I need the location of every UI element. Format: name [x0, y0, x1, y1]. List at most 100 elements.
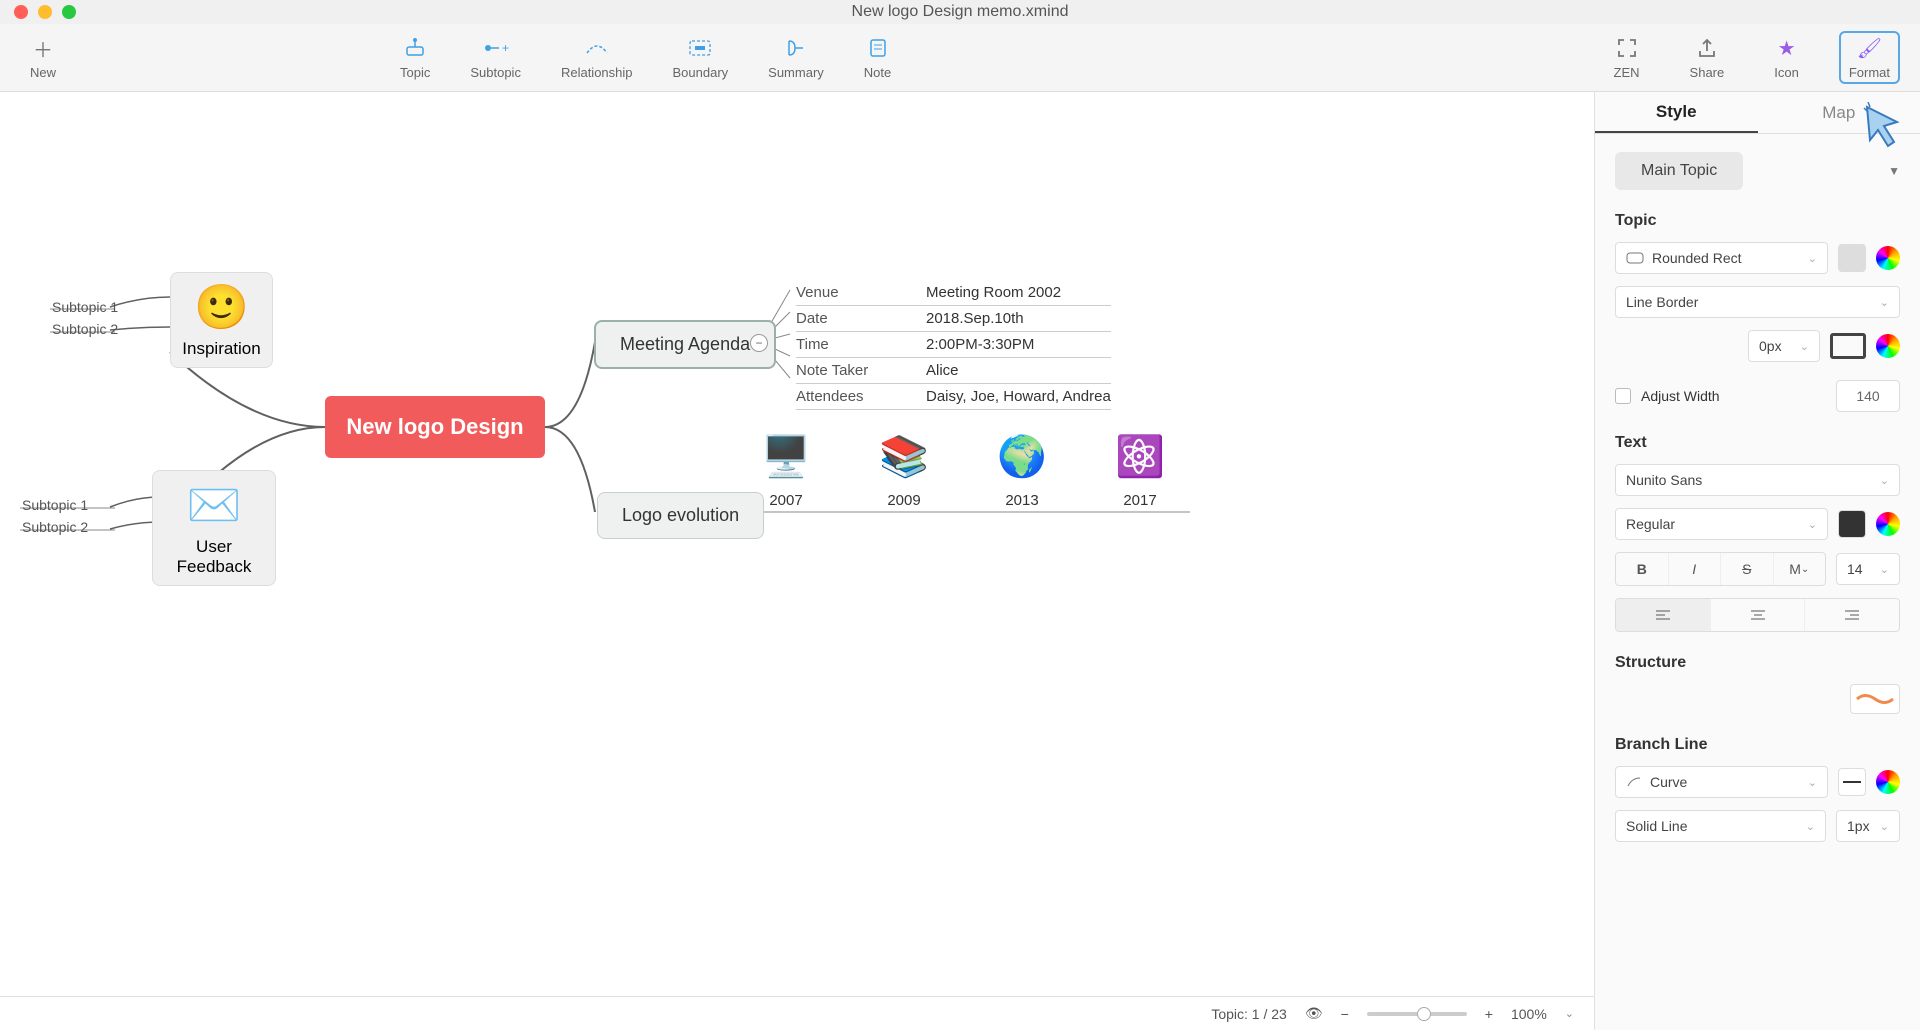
- font-weight-select[interactable]: Regular⌄: [1615, 508, 1828, 540]
- books-icon: 📚: [880, 432, 928, 480]
- chevron-down-icon[interactable]: ⌄: [1565, 1007, 1574, 1020]
- zoom-in-button[interactable]: +: [1485, 1006, 1493, 1022]
- italic-button[interactable]: I: [1669, 553, 1722, 585]
- format-panel: Style Map Main Topic ▼ Topic Rounded Rec…: [1594, 92, 1920, 1030]
- central-topic[interactable]: New logo Design: [325, 396, 545, 458]
- tab-style[interactable]: Style: [1595, 92, 1758, 133]
- align-right-button[interactable]: [1805, 599, 1899, 631]
- star-icon: ★: [1778, 35, 1796, 61]
- timeline-item[interactable]: 🌍 2013: [998, 432, 1046, 509]
- toolbar: ＋ New Topic + Subtopic Relationship Boun…: [0, 24, 1920, 92]
- fill-swatch[interactable]: [1838, 244, 1866, 272]
- topic-user-feedback[interactable]: ✉️ User Feedback: [152, 470, 276, 586]
- section-topic: Topic: [1615, 212, 1900, 230]
- topic-inspiration[interactable]: 🙂 Inspiration: [170, 272, 273, 368]
- topic-label: Inspiration: [182, 339, 260, 359]
- icon-panel-button[interactable]: ★ Icon: [1764, 31, 1809, 84]
- window-title: New logo Design memo.xmind: [852, 3, 1069, 21]
- agenda-table: VenueMeeting Room 2002 Date2018.Sep.10th…: [796, 280, 1111, 410]
- bold-button[interactable]: B: [1616, 553, 1669, 585]
- shape-select[interactable]: Rounded Rect ⌄: [1615, 242, 1828, 274]
- text-color-swatch[interactable]: [1838, 510, 1866, 538]
- brush-icon: 🖌: [1857, 35, 1882, 61]
- zoom-out-button[interactable]: −: [1341, 1006, 1349, 1022]
- timeline-item[interactable]: ⚛️ 2017: [1116, 432, 1164, 509]
- section-branch: Branch Line: [1615, 736, 1900, 754]
- border-width-select[interactable]: 0px⌄: [1748, 330, 1820, 362]
- envelope-icon: ✉️: [187, 479, 242, 531]
- new-button[interactable]: ＋ New: [20, 31, 66, 84]
- adjust-width-input[interactable]: [1836, 380, 1900, 412]
- topic-icon: [403, 35, 427, 61]
- timeline-item[interactable]: 🖥️ 2007: [762, 432, 810, 509]
- zoom-slider[interactable]: [1367, 1012, 1467, 1016]
- titlebar: New logo Design memo.xmind: [0, 0, 1920, 24]
- line-style-select[interactable]: Solid Line⌄: [1615, 810, 1826, 842]
- structure-select[interactable]: [1850, 684, 1900, 714]
- table-row[interactable]: Time2:00PM-3:30PM: [796, 332, 1111, 358]
- align-left-button[interactable]: [1616, 599, 1711, 631]
- share-button[interactable]: Share: [1680, 31, 1735, 84]
- color-picker-icon[interactable]: [1876, 512, 1900, 536]
- zoom-value: 100%: [1511, 1006, 1547, 1022]
- tab-map[interactable]: Map: [1758, 92, 1920, 133]
- plus-icon: ＋: [33, 35, 53, 61]
- color-picker-icon[interactable]: [1876, 246, 1900, 270]
- collapse-handle[interactable]: −: [750, 334, 768, 352]
- board-icon: 🖥️: [762, 432, 810, 480]
- topic-meeting-agenda[interactable]: Meeting Agenda: [594, 320, 776, 369]
- zen-button[interactable]: ZEN: [1604, 31, 1650, 84]
- font-select[interactable]: Nunito Sans⌄: [1615, 464, 1900, 496]
- color-picker-icon[interactable]: [1876, 334, 1900, 358]
- font-size-select[interactable]: 14⌄: [1836, 553, 1900, 585]
- subtopic-icon: +: [483, 35, 509, 61]
- relationship-button[interactable]: Relationship: [551, 31, 643, 84]
- section-text: Text: [1615, 434, 1900, 452]
- share-icon: [1697, 35, 1717, 61]
- strike-button[interactable]: S: [1721, 553, 1774, 585]
- format-panel-button[interactable]: 🖌 Format: [1839, 31, 1900, 84]
- fullscreen-icon: [1616, 35, 1638, 61]
- summary-button[interactable]: Summary: [758, 31, 834, 84]
- close-icon[interactable]: [14, 5, 28, 19]
- table-row[interactable]: AttendeesDaisy, Joe, Howard, Andrea: [796, 384, 1111, 410]
- note-button[interactable]: Note: [854, 31, 901, 84]
- table-row[interactable]: VenueMeeting Room 2002: [796, 280, 1111, 306]
- maximize-icon[interactable]: [62, 5, 76, 19]
- window-controls: [14, 5, 76, 19]
- border-select[interactable]: Line Border⌄: [1615, 286, 1900, 318]
- chevron-down-icon[interactable]: ▼: [1888, 164, 1900, 178]
- subtopic-node[interactable]: Subtopic 1: [52, 299, 118, 315]
- branch-shape-select[interactable]: Curve ⌄: [1615, 766, 1828, 798]
- case-button[interactable]: M ⌄: [1774, 553, 1826, 585]
- topic-level-chip[interactable]: Main Topic: [1615, 152, 1743, 190]
- note-icon: [868, 35, 888, 61]
- logo-timeline: 🖥️ 2007 📚 2009 🌍 2013 ⚛️ 2017: [762, 432, 1164, 509]
- subtopic-node[interactable]: Subtopic 2: [22, 519, 88, 535]
- minimize-icon[interactable]: [38, 5, 52, 19]
- adjust-width-checkbox[interactable]: [1615, 388, 1631, 404]
- mindmap-canvas[interactable]: New logo Design 🙂 Inspiration Subtopic 1…: [0, 92, 1594, 1030]
- boundary-icon: [687, 35, 713, 61]
- atom-icon: ⚛️: [1116, 432, 1164, 480]
- color-picker-icon[interactable]: [1876, 770, 1900, 794]
- timeline-item[interactable]: 📚 2009: [880, 432, 928, 509]
- border-preview[interactable]: [1830, 333, 1866, 359]
- topic-logo-evolution[interactable]: Logo evolution: [597, 492, 764, 539]
- subtopic-node[interactable]: Subtopic 2: [52, 321, 118, 337]
- smiley-icon: 🙂: [194, 281, 249, 333]
- eye-icon[interactable]: 👁: [1305, 1005, 1323, 1022]
- subtopic-button[interactable]: + Subtopic: [460, 31, 531, 84]
- adjust-width-label: Adjust Width: [1641, 388, 1720, 404]
- table-row[interactable]: Date2018.Sep.10th: [796, 306, 1111, 332]
- line-preview[interactable]: [1838, 768, 1866, 796]
- topic-button[interactable]: Topic: [390, 31, 440, 84]
- boundary-button[interactable]: Boundary: [663, 31, 739, 84]
- summary-icon: [785, 35, 807, 61]
- line-width-select[interactable]: 1px⌄: [1836, 810, 1900, 842]
- align-center-button[interactable]: [1711, 599, 1806, 631]
- topic-count: Topic: 1 / 23: [1211, 1006, 1287, 1022]
- subtopic-node[interactable]: Subtopic 1: [22, 497, 88, 513]
- table-row[interactable]: Note TakerAlice: [796, 358, 1111, 384]
- status-bar: Topic: 1 / 23 👁 − + 100% ⌄: [0, 996, 1594, 1030]
